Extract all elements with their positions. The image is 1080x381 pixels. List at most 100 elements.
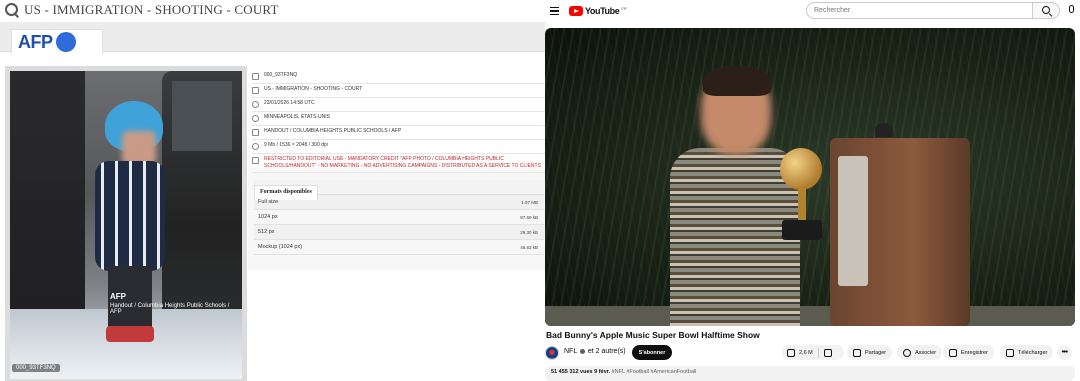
- associate-button[interactable]: Associer: [897, 345, 943, 360]
- format-size: 46.83 kB: [520, 244, 538, 250]
- photo-child-boots: [106, 326, 154, 342]
- channel-others[interactable]: et 2 autre(s): [588, 348, 626, 355]
- menu-icon[interactable]: [550, 7, 559, 15]
- channel-name[interactable]: NFL: [564, 348, 577, 355]
- search-icon[interactable]: [4, 2, 20, 18]
- like-dislike-group: 2,6 M: [782, 345, 844, 360]
- afp-panel: US - IMMIGRATION - SHOOTING - COURT AFP …: [0, 0, 545, 381]
- video-grammy-trophy: [770, 148, 830, 240]
- watermark-credit: Handout / Columbia Heights Public School…: [110, 303, 230, 315]
- download-icon: [1006, 348, 1014, 357]
- associate-label: Associer: [915, 349, 937, 356]
- share-button[interactable]: Partager: [847, 345, 893, 360]
- like-button[interactable]: 2,6 M: [782, 345, 818, 360]
- format-name: Full size: [258, 199, 279, 205]
- photo-id-label: 000_93TF3NQ: [12, 364, 60, 372]
- search-query[interactable]: US - IMMIGRATION - SHOOTING - COURT: [24, 2, 279, 18]
- format-row[interactable]: 512 px 29.30 kB: [254, 225, 544, 240]
- channel-row: NFL et 2 autre(s) S'abonner 2,6 M Partag…: [545, 344, 1080, 362]
- metadata-text: 23/01/2026 14:58 UTC: [264, 100, 315, 106]
- save-label: Enregistrer: [961, 349, 988, 356]
- search-placeholder: Rechercher: [814, 7, 851, 14]
- metadata-row: 000_93TF3NQ: [252, 70, 545, 84]
- watermark-logo: AFP: [110, 292, 126, 301]
- metadata-text: US - IMMIGRATION - SHOOTING - COURT: [264, 86, 363, 92]
- youtube-play-icon: [569, 6, 583, 16]
- clock-icon: [252, 101, 259, 108]
- metadata-text: MINNEAPOLIS, ÉTATS-UNIS: [264, 114, 330, 120]
- afp-logo-dot-icon: [55, 32, 76, 52]
- youtube-panel: YouTube FR Rechercher Bad Bunny's Apple …: [545, 0, 1080, 381]
- like-count: 2,6 M: [799, 349, 813, 356]
- formats-panel: Formats disponibles Full size 1.97 MB 1024…: [254, 180, 544, 255]
- photo-watermark: AFP Handout / Columbia Heights Public Sc…: [110, 292, 240, 315]
- photo-child-coat: [95, 161, 165, 271]
- share-icon: [853, 348, 861, 357]
- photo-metadata: 000_93TF3NQ US - IMMIGRATION - SHOOTING -…: [252, 70, 545, 173]
- description-box[interactable]: 51 455 312 vues 9 févr. #NFL #Football #…: [545, 366, 1075, 381]
- size-icon: [252, 143, 259, 150]
- metadata-row: MINNEAPOLIS, ÉTATS-UNIS: [252, 112, 545, 126]
- video-table: [545, 306, 1075, 326]
- link-icon: [903, 348, 911, 357]
- dislike-button[interactable]: [819, 345, 837, 360]
- publish-date: 9 févr.: [594, 369, 611, 375]
- view-count: 51 455 312 vues: [551, 369, 593, 375]
- tab-formats-disponibles[interactable]: Formats disponibles: [254, 185, 318, 200]
- metadata-text: 9 Mb / 1536 × 2048 / 300 dpi: [264, 142, 328, 148]
- metadata-row: RESTRICTED TO EDITORIAL USE - MANDATORY …: [252, 154, 545, 173]
- globe-icon: [252, 115, 259, 122]
- share-label: Partager: [865, 349, 887, 356]
- metadata-text: RESTRICTED TO EDITORIAL USE - MANDATORY …: [264, 156, 541, 169]
- bookmark-icon: [949, 348, 957, 357]
- format-name: 1024 px: [258, 214, 278, 220]
- country-code: FR: [621, 5, 627, 11]
- caption-icon: [252, 87, 259, 94]
- format-row[interactable]: 1024 px 87.69 kB: [254, 210, 544, 225]
- verified-icon: [579, 348, 585, 354]
- news-photo[interactable]: AFP Handout / Columbia Heights Public Sc…: [10, 71, 242, 379]
- channel-avatar[interactable]: [545, 346, 559, 360]
- format-name: 512 px: [258, 229, 275, 235]
- video-tv: [830, 138, 970, 326]
- warning-icon: [252, 157, 259, 164]
- metadata-row: HANDOUT / COLUMBIA HEIGHTS PUBLIC SCHOOL…: [252, 126, 545, 140]
- format-size: 87.69 kB: [520, 214, 538, 220]
- formats-tabbar: Formats disponibles: [254, 180, 544, 200]
- thumbs-down-icon: [823, 348, 832, 357]
- format-size: 29.30 kB: [520, 229, 538, 235]
- metadata-row: 23/01/2026 14:58 UTC: [252, 98, 545, 112]
- channel-name-block[interactable]: NFL et 2 autre(s): [564, 348, 626, 355]
- hashtags[interactable]: #NFL #Football #AmericanFootball: [612, 369, 697, 375]
- afp-logo[interactable]: AFP: [11, 29, 103, 54]
- subscribe-button[interactable]: S'abonner: [632, 345, 672, 360]
- metadata-row: US - IMMIGRATION - SHOOTING - COURT: [252, 84, 545, 98]
- metadata-row: 9 Mb / 1536 × 2048 / 300 dpi: [252, 140, 545, 154]
- afp-logo-text: AFP: [18, 31, 53, 52]
- credit-icon: [252, 129, 259, 136]
- download-label: Télécharger: [1018, 349, 1048, 356]
- search-button[interactable]: [1032, 2, 1060, 19]
- format-size: 1.97 MB: [521, 199, 538, 205]
- search-input[interactable]: Rechercher: [806, 2, 1032, 19]
- metadata-text: HANDOUT / COLUMBIA HEIGHTS PUBLIC SCHOOL…: [264, 128, 402, 134]
- youtube-wordmark: YouTube: [585, 6, 620, 16]
- metadata-text: 000_93TF3NQ: [264, 72, 298, 78]
- thumbs-up-icon: [787, 348, 795, 357]
- youtube-topbar: YouTube FR Rechercher: [545, 0, 1080, 24]
- search-bar[interactable]: US - IMMIGRATION - SHOOTING - COURT: [0, 0, 545, 20]
- photo-child-face-blurred: [122, 131, 156, 165]
- format-row[interactable]: Mockup (1024 px) 46.83 kB: [254, 240, 544, 255]
- video-player[interactable]: [545, 28, 1075, 326]
- youtube-logo[interactable]: YouTube FR: [569, 6, 627, 16]
- formats-list: Full size 1.97 MB 1024 px 87.69 kB 512 px 29.…: [254, 195, 544, 255]
- format-name: Mockup (1024 px): [258, 244, 303, 250]
- video-boy-hair: [703, 66, 771, 96]
- search-icon: [1042, 6, 1050, 14]
- video-tv-antenna: [875, 123, 893, 137]
- microphone-icon[interactable]: [1069, 5, 1074, 13]
- file-icon: [252, 73, 259, 80]
- more-actions-button[interactable]: •••: [1057, 345, 1072, 360]
- download-button[interactable]: Télécharger: [1000, 345, 1054, 360]
- save-button[interactable]: Enregistrer: [943, 345, 994, 360]
